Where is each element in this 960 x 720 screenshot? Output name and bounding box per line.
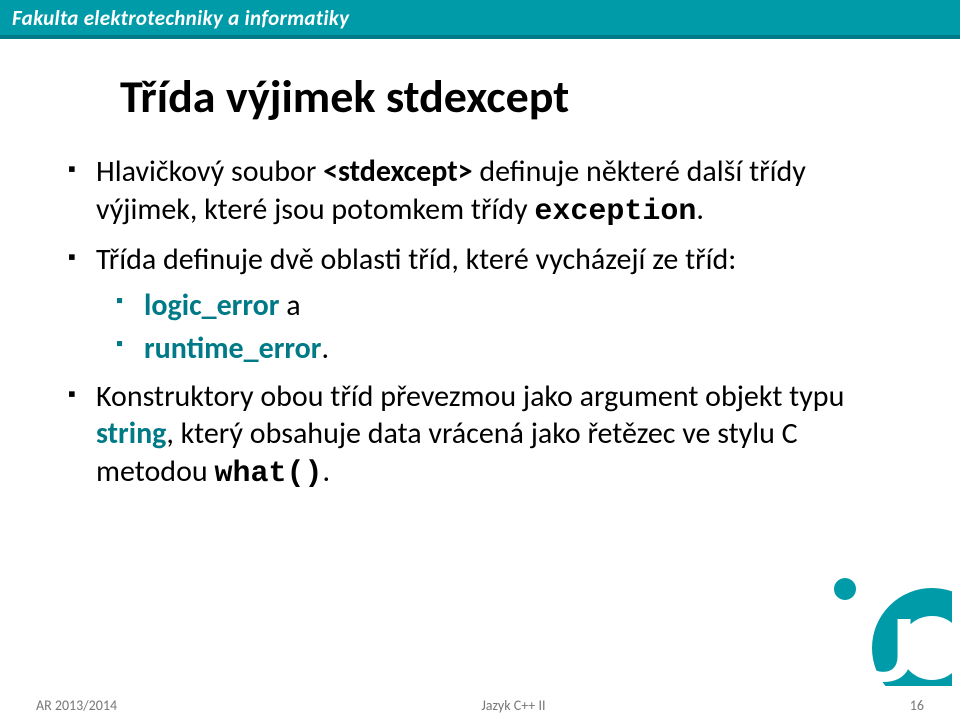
- text: Třída definuje dvě oblasti tříd, které v…: [96, 241, 736, 278]
- string-label: string: [96, 415, 166, 452]
- sub-bullet-list: logic_error a runtime_error.: [96, 287, 900, 368]
- logo-dot: [834, 578, 856, 600]
- text: a: [279, 287, 300, 324]
- content-area: Hlavičkový soubor <stdexcept> definuje n…: [0, 153, 960, 493]
- university-logo: U: [822, 556, 952, 686]
- text: , který obsahuje data vrácená jako řetěz…: [96, 415, 798, 490]
- bullet-2: Třída definuje dvě oblasti tříd, které v…: [60, 241, 900, 368]
- page-number: 16: [910, 697, 924, 714]
- code-what: what(): [214, 457, 322, 491]
- stdexcept-tag: <stdexcept>: [323, 153, 472, 190]
- text: .: [696, 191, 704, 228]
- code-exception: exception: [534, 195, 696, 229]
- logic-error-label: logic_error: [144, 287, 279, 324]
- bullet-list: Hlavičkový soubor <stdexcept> definuje n…: [60, 153, 900, 493]
- text: Hlavičkový soubor: [96, 153, 323, 190]
- footer-left: AR 2013/2014: [36, 697, 117, 714]
- footer: AR 2013/2014 Jazyk C++ II 16: [0, 697, 960, 714]
- header-bar: Fakulta elektrotechniky a informatiky: [0, 0, 960, 35]
- sub-bullet-2: runtime_error.: [96, 330, 900, 368]
- bullet-1: Hlavičkový soubor <stdexcept> definuje n…: [60, 153, 900, 231]
- footer-center: Jazyk C++ II: [117, 697, 910, 714]
- bullet-3: Konstruktory obou tříd převezmou jako ar…: [60, 378, 900, 494]
- slide-title: Třída výjimek stdexcept: [120, 69, 960, 125]
- slide: Fakulta elektrotechniky a informatiky Tř…: [0, 0, 960, 720]
- runtime-error-label: runtime_error: [144, 330, 321, 367]
- logo-letter: U: [851, 606, 916, 686]
- faculty-name: Fakulta elektrotechniky a informatiky: [12, 5, 349, 31]
- sub-bullet-1: logic_error a: [96, 287, 900, 325]
- header-divider: [0, 35, 960, 39]
- text: .: [322, 453, 330, 490]
- text: Konstruktory obou tříd převezmou jako ar…: [96, 378, 844, 415]
- text: .: [321, 330, 329, 367]
